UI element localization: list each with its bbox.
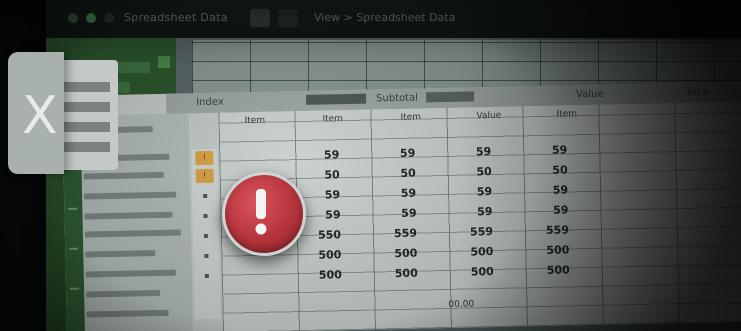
cell-flag-icon[interactable]: ▪ (198, 269, 216, 283)
row-label[interactable] (85, 250, 156, 258)
header-cell-block (426, 91, 475, 103)
header-label: Value (575, 88, 604, 101)
grid-cell[interactable]: 59 (428, 205, 493, 219)
row-marker (70, 287, 80, 290)
grid-cell[interactable]: 559 (429, 225, 493, 239)
cell-flag-icon[interactable]: ▪ (196, 189, 214, 203)
exclamation-error-icon (222, 172, 306, 256)
row-label[interactable] (86, 309, 169, 318)
excel-logo-icon: X (0, 52, 120, 174)
grid-cell[interactable]: 59 (504, 183, 569, 197)
header-label: Subtotal (376, 92, 419, 105)
grid-cell[interactable]: 59 (275, 148, 340, 162)
toolbar-button[interactable] (250, 9, 270, 27)
row-marker (68, 207, 78, 210)
grid-cell[interactable]: 559 (505, 223, 569, 237)
grid-cell[interactable]: 559 (353, 227, 417, 241)
row-label[interactable] (84, 229, 181, 238)
row-marker (69, 247, 79, 250)
grid-cell[interactable]: 500 (430, 265, 494, 279)
grid-cell[interactable]: 59 (427, 145, 492, 159)
cell-flag-icon[interactable]: ▪ (196, 209, 214, 223)
cell-flag-icon[interactable]: ▪ (197, 249, 215, 263)
grid-cell[interactable]: 59 (503, 143, 568, 157)
row-label[interactable] (84, 191, 177, 200)
logo-x-letter: X (22, 86, 58, 146)
logo-line (64, 102, 110, 112)
window-breadcrumb: View > Spreadsheet Data (314, 11, 456, 24)
header-cell-block (306, 93, 367, 105)
window-title: Spreadsheet Data (124, 11, 228, 24)
grid-cell[interactable]: 500 (354, 267, 418, 281)
logo-line (64, 122, 110, 132)
header-label: Total (685, 86, 710, 98)
logo-badge: X (8, 52, 64, 174)
exclamation-glyph (255, 189, 267, 235)
cell-flag-icon[interactable]: ▪ (197, 229, 215, 243)
warning-icon[interactable]: ! (195, 168, 214, 184)
header-label: Index (196, 96, 224, 109)
grid-cell[interactable]: 59 (352, 187, 417, 201)
row-label[interactable] (84, 211, 173, 220)
toolbar-button[interactable] (278, 9, 298, 27)
row-label[interactable] (86, 289, 161, 298)
window-close-dot[interactable] (68, 13, 78, 23)
footer-cell[interactable]: 00.00 (448, 299, 474, 310)
grid-cell[interactable]: 50 (428, 165, 492, 179)
logo-line (64, 82, 110, 92)
grid-cell[interactable]: 50 (352, 167, 416, 181)
grid-cell[interactable]: 500 (505, 243, 569, 257)
column-header[interactable]: Item (244, 116, 265, 126)
grid-cell[interactable]: 500 (353, 247, 417, 261)
grid-cell[interactable]: 59 (428, 185, 493, 199)
spreadsheet: Index Subtotal Value Total ! ! ▪ ▪ ▪ ▪ ▪… (62, 81, 741, 331)
column-header[interactable]: Item (556, 109, 577, 119)
status-icon-column: ! ! ▪ ▪ ▪ ▪ ▪ (191, 148, 221, 320)
grid-cell[interactable]: 500 (278, 268, 342, 282)
grid-cell[interactable]: 59 (351, 147, 416, 161)
screenshot-scene: Spreadsheet Data View > Spreadsheet Data… (0, 0, 741, 331)
grid-cell[interactable]: 59 (504, 203, 569, 217)
warning-icon[interactable]: ! (195, 150, 214, 166)
grid-cell[interactable]: 500 (277, 248, 341, 262)
grid-cell[interactable]: 500 (506, 263, 570, 277)
logo-line (64, 142, 110, 152)
grid-cell[interactable]: 50 (504, 163, 568, 177)
grid-cell[interactable]: 500 (429, 245, 493, 259)
row-label[interactable] (85, 269, 176, 278)
column-header[interactable]: Item (322, 114, 343, 124)
window-maximize-dot[interactable] (104, 13, 114, 23)
column-header[interactable]: Value (476, 111, 501, 122)
sidebar-toggle-button[interactable] (158, 56, 170, 68)
column-header[interactable]: Item (400, 112, 421, 122)
grid-cell[interactable]: 59 (352, 207, 417, 221)
window-titlebar: Spreadsheet Data View > Spreadsheet Data (46, 0, 741, 38)
window-minimize-dot[interactable] (86, 13, 96, 23)
